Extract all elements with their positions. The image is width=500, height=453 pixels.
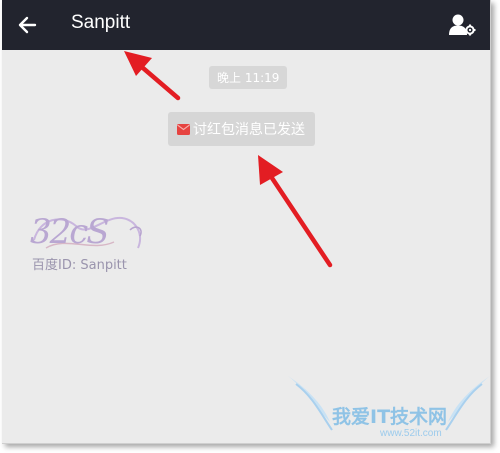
watermark-site-url: www.52it.com bbox=[380, 428, 442, 439]
arrow-left-icon bbox=[18, 16, 37, 34]
site-watermark: 我爱IT技术网 www.52it.com bbox=[284, 372, 490, 443]
back-button[interactable] bbox=[12, 10, 42, 40]
red-envelope-icon bbox=[177, 123, 190, 135]
message-timestamp: 晚上 11:19 bbox=[209, 66, 288, 89]
system-notice-text: 讨红包消息已发送 bbox=[193, 122, 305, 138]
chat-window: Sanpitt 晚上 11:19 讨红包消息已发送 32cS 百度ID: San… bbox=[2, 0, 491, 444]
baidu-watermark: 32cS 百度ID: Sanpitt bbox=[26, 208, 176, 274]
chat-title: Sanpitt bbox=[71, 12, 131, 33]
watermark-logo: 32cS bbox=[30, 212, 110, 252]
watermark-baidu-id: 百度ID: Sanpitt bbox=[32, 258, 127, 273]
chat-info-button[interactable] bbox=[446, 9, 478, 41]
watermark-site-name: 我爱IT技术网 bbox=[332, 406, 448, 428]
system-notice: 讨红包消息已发送 bbox=[168, 112, 315, 146]
user-settings-icon bbox=[449, 14, 476, 36]
top-bar: Sanpitt bbox=[2, 0, 490, 50]
